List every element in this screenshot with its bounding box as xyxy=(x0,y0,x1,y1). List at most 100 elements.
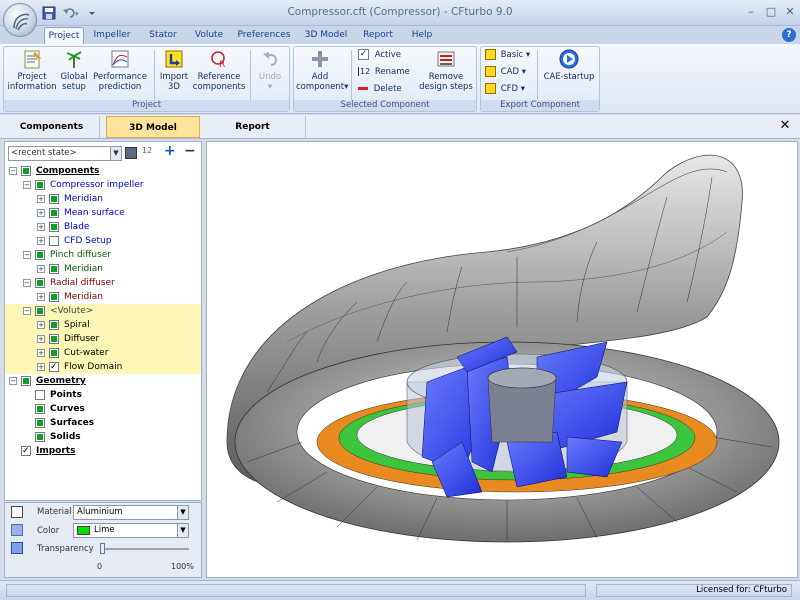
tree-item[interactable]: − Components xyxy=(5,164,201,178)
rename-button[interactable]: 12 Rename xyxy=(358,64,418,80)
visibility-checkbox[interactable] xyxy=(49,334,59,344)
panel-tab-components[interactable]: Components xyxy=(4,116,100,138)
expand-icon[interactable]: + xyxy=(37,237,45,245)
tab-report[interactable]: Report xyxy=(358,27,398,44)
tree-item[interactable]: − Radial diffuser xyxy=(5,276,201,290)
tree-item[interactable]: + CFD Setup xyxy=(5,234,201,248)
tree-item[interactable]: + Diffuser xyxy=(5,332,201,346)
visibility-checkbox[interactable] xyxy=(35,418,45,428)
export-cfd-button[interactable]: CFD ▾ xyxy=(485,81,535,97)
reference-components-button[interactable]: R Reference components xyxy=(192,48,246,92)
tab-preferences[interactable]: Preferences xyxy=(236,27,292,44)
delete-button[interactable]: Delete xyxy=(358,81,418,97)
tree-item[interactable]: Surfaces xyxy=(5,416,201,430)
app-menu-button[interactable] xyxy=(3,3,37,37)
remove-design-steps-button[interactable]: Remove design steps xyxy=(418,48,474,92)
cae-startup-button[interactable]: CAE-startup xyxy=(540,48,598,82)
project-information-button[interactable]: Project information xyxy=(6,48,58,92)
tab-3d-model[interactable]: 3D Model xyxy=(302,27,350,44)
color-select[interactable]: Lime ▼ xyxy=(73,523,189,538)
tree-item[interactable]: Solids xyxy=(5,430,201,444)
3d-viewport[interactable] xyxy=(206,141,798,578)
visibility-checkbox[interactable] xyxy=(49,264,59,274)
remove-state-icon[interactable]: − xyxy=(184,143,196,159)
collapse-icon[interactable]: − xyxy=(23,251,31,259)
tree-item[interactable]: − Compressor impeller xyxy=(5,178,201,192)
tab-volute[interactable]: Volute xyxy=(190,27,228,44)
tree-item[interactable]: − Pinch diffuser xyxy=(5,248,201,262)
tree-item[interactable]: Curves xyxy=(5,402,201,416)
expand-icon[interactable]: + xyxy=(37,321,45,329)
tree-item[interactable]: + Meridian xyxy=(5,192,201,206)
visibility-checkbox[interactable] xyxy=(35,278,45,288)
help-icon[interactable]: ? xyxy=(782,28,796,42)
collapse-icon[interactable]: − xyxy=(23,181,31,189)
visibility-checkbox[interactable] xyxy=(21,444,31,458)
expand-icon[interactable]: + xyxy=(37,293,45,301)
active-toggle[interactable]: ✓ Active xyxy=(358,47,418,63)
visibility-checkbox[interactable] xyxy=(35,432,45,442)
tree-item[interactable]: + Flow Domain xyxy=(5,360,201,374)
tree-item[interactable]: + Mean surface xyxy=(5,206,201,220)
tab-help[interactable]: Help xyxy=(406,27,438,44)
transparency-slider-thumb[interactable] xyxy=(100,543,105,554)
tree-item[interactable]: + Blade xyxy=(5,220,201,234)
visibility-checkbox[interactable] xyxy=(35,250,45,260)
expand-icon[interactable]: + xyxy=(37,195,45,203)
visibility-checkbox[interactable] xyxy=(49,208,59,218)
active-checkbox[interactable]: ✓ xyxy=(358,49,369,60)
export-basic-button[interactable]: Basic ▾ xyxy=(485,47,535,63)
undo-button[interactable]: Undo ▾ xyxy=(252,48,288,92)
collapse-icon[interactable]: − xyxy=(23,279,31,287)
expand-icon[interactable]: + xyxy=(37,209,45,217)
export-cad-button[interactable]: CAD ▾ xyxy=(485,64,535,80)
tree-item[interactable]: + Cut-water xyxy=(5,346,201,360)
transparency-slider-track[interactable] xyxy=(101,548,189,550)
tree-item[interactable]: Imports xyxy=(5,444,201,458)
collapse-icon[interactable]: − xyxy=(23,307,31,315)
visibility-checkbox[interactable] xyxy=(49,320,59,330)
tree-item[interactable]: + Spiral xyxy=(5,318,201,332)
import-3d-button[interactable]: Import 3D xyxy=(158,48,190,92)
panel-tab-report[interactable]: Report xyxy=(200,116,306,138)
visibility-checkbox[interactable] xyxy=(49,360,59,374)
tree-item[interactable]: − <Volute> xyxy=(5,304,201,318)
visibility-checkbox[interactable] xyxy=(49,194,59,204)
tree-item[interactable]: + Meridian xyxy=(5,262,201,276)
tree-item[interactable]: Points xyxy=(5,388,201,402)
close-panel-icon[interactable]: ✕ xyxy=(778,119,792,133)
save-state-icon[interactable] xyxy=(125,147,137,159)
compressor-3d-model[interactable] xyxy=(207,142,798,578)
add-component-button[interactable]: Add component▾ xyxy=(296,48,348,92)
visibility-checkbox[interactable] xyxy=(21,166,31,176)
material-select[interactable]: Aluminium ▼ xyxy=(73,505,189,520)
add-state-icon[interactable]: + xyxy=(164,143,176,159)
visibility-checkbox[interactable] xyxy=(49,348,59,358)
tree-item[interactable]: − Geometry xyxy=(5,374,201,388)
tab-stator[interactable]: Stator xyxy=(144,27,182,44)
close-button[interactable]: ✕ xyxy=(781,4,799,20)
expand-icon[interactable]: + xyxy=(37,349,45,357)
visibility-checkbox[interactable] xyxy=(35,306,45,316)
restore-button[interactable]: □ xyxy=(762,4,780,20)
visibility-checkbox[interactable] xyxy=(35,390,45,400)
visibility-checkbox[interactable] xyxy=(35,404,45,414)
global-setup-button[interactable]: Global setup xyxy=(56,48,92,92)
visibility-checkbox[interactable] xyxy=(49,222,59,232)
visibility-checkbox[interactable] xyxy=(49,236,59,246)
expand-icon[interactable]: + xyxy=(37,265,45,273)
visibility-checkbox[interactable] xyxy=(21,376,31,386)
collapse-icon[interactable]: − xyxy=(9,377,17,385)
visibility-checkbox[interactable] xyxy=(35,180,45,190)
collapse-icon[interactable]: − xyxy=(9,167,17,175)
minimize-button[interactable]: – xyxy=(742,4,760,20)
panel-tab-3d-model[interactable]: 3D Model xyxy=(106,116,200,138)
expand-icon[interactable]: + xyxy=(37,335,45,343)
rename-state-icon[interactable]: 12 xyxy=(142,146,152,155)
performance-prediction-button[interactable]: Performance prediction xyxy=(92,48,148,92)
tree-item[interactable]: + Meridian xyxy=(5,290,201,304)
tab-impeller[interactable]: Impeller xyxy=(90,27,134,44)
expand-icon[interactable]: + xyxy=(37,363,45,371)
expand-icon[interactable]: + xyxy=(37,223,45,231)
state-select[interactable]: <recent state> ▼ xyxy=(8,146,122,161)
